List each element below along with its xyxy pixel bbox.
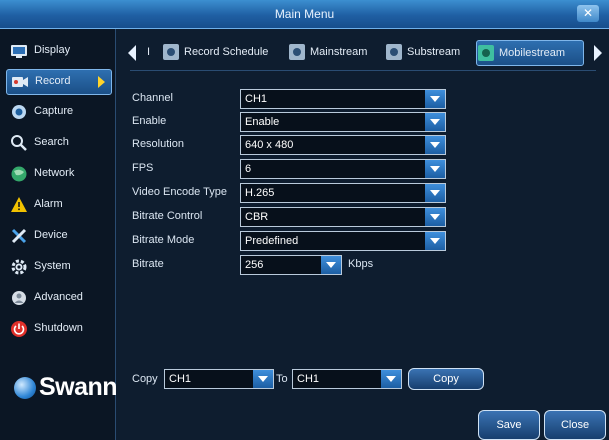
chevron-down-icon[interactable]	[253, 370, 273, 388]
tab-substream[interactable]: Substream	[385, 40, 473, 64]
sidebar-item-network[interactable]: Network	[6, 162, 110, 186]
sidebar-item-system[interactable]: System	[6, 255, 110, 279]
form-row-bitrate: Bitrate 256 Kbps	[132, 255, 552, 275]
field-label: Channel	[132, 92, 173, 104]
camera-tab-icon	[478, 45, 494, 61]
tab-record-schedule[interactable]: Record Schedule	[162, 40, 282, 64]
sidebar-item-alarm[interactable]: Alarm	[6, 193, 110, 217]
copy-from-select[interactable]: CH1	[164, 369, 274, 389]
form-row-resolution: Resolution 640 x 480	[132, 135, 552, 155]
sidebar-item-record[interactable]: Record	[6, 69, 112, 95]
chevron-down-icon[interactable]	[425, 184, 445, 202]
camera-tab-icon	[289, 44, 305, 60]
brand-logo: Swann	[14, 371, 118, 407]
bitrate-unit: Kbps	[348, 258, 374, 270]
field-label: Bitrate	[132, 258, 164, 270]
tab-scroll-left-icon[interactable]	[128, 45, 136, 61]
field-label: Video Encode Type	[132, 186, 228, 198]
sidebar-item-label: System	[34, 260, 71, 272]
field-label: Resolution	[132, 138, 184, 150]
window-close-button[interactable]: ✕	[577, 5, 599, 22]
submenu-arrow-icon	[98, 76, 105, 88]
warning-icon	[11, 197, 27, 212]
form-row-bitrate-control: Bitrate Control CBR	[132, 207, 552, 227]
tab-scroll-right-icon[interactable]	[594, 45, 602, 61]
window-title: Main Menu	[274, 7, 335, 21]
field-label: Enable	[132, 115, 167, 127]
sidebar-item-display[interactable]: Display	[6, 39, 110, 63]
fps-select[interactable]: 6	[240, 159, 446, 179]
field-label: FPS	[132, 162, 154, 174]
search-icon	[11, 135, 27, 151]
title-bar: Main Menu ✕	[0, 0, 609, 29]
tab-mainstream[interactable]: Mainstream	[288, 40, 380, 64]
form-row-enable: Enable Enable	[132, 112, 552, 132]
copy-label: Copy	[132, 373, 158, 385]
copy-to-label: To	[276, 373, 288, 385]
power-icon	[11, 321, 27, 337]
tab-truncated[interactable]: I	[147, 40, 155, 64]
copy-bar: Copy CH1 To CH1 Copy	[132, 368, 592, 391]
sidebar-item-label: Display	[34, 44, 71, 56]
sidebar-item-label: Alarm	[34, 198, 63, 210]
record-icon	[12, 77, 28, 87]
bitrate-select[interactable]: 256	[240, 255, 342, 275]
gear-icon	[11, 259, 27, 275]
camera-tab-icon	[163, 44, 179, 60]
display-icon	[11, 45, 27, 58]
bitrate-mode-select[interactable]: Predefined	[240, 231, 446, 251]
tab-bar: I Record Schedule Mainstream Substream M…	[116, 40, 609, 66]
tab-mobilestream[interactable]: Mobilestream	[476, 40, 584, 66]
sidebar-item-capture[interactable]: Capture	[6, 100, 110, 124]
close-button[interactable]: Close	[544, 410, 606, 440]
sidebar-item-advanced[interactable]: Advanced	[6, 286, 110, 310]
sidebar-item-shutdown[interactable]: Shutdown	[6, 317, 110, 341]
sidebar-item-label: Record	[35, 75, 71, 87]
advanced-icon	[12, 291, 26, 305]
chevron-down-icon[interactable]	[425, 113, 445, 131]
enable-select[interactable]: Enable	[240, 112, 446, 132]
save-button[interactable]: Save	[478, 410, 540, 440]
sidebar-item-label: Network	[34, 167, 75, 179]
form-row-bitrate-mode: Bitrate Mode Predefined	[132, 231, 552, 251]
form-row-channel: Channel CH1	[132, 89, 552, 109]
chevron-down-icon[interactable]	[425, 232, 445, 250]
chevron-down-icon[interactable]	[321, 256, 341, 274]
chevron-down-icon[interactable]	[381, 370, 401, 388]
sidebar: Display Record Capture Search Network Al…	[0, 29, 118, 440]
form-row-fps: FPS 6	[132, 159, 552, 179]
chevron-down-icon[interactable]	[425, 90, 445, 108]
resolution-select[interactable]: 640 x 480	[240, 135, 446, 155]
sidebar-item-label: Capture	[34, 105, 74, 117]
field-label: Bitrate Mode	[132, 234, 195, 246]
chevron-down-icon[interactable]	[425, 136, 445, 154]
globe-icon	[11, 166, 27, 182]
field-label: Bitrate Control	[132, 210, 203, 222]
copy-button[interactable]: Copy	[408, 368, 484, 390]
channel-select[interactable]: CH1	[240, 89, 446, 109]
swann-logo-icon	[14, 377, 36, 399]
sidebar-item-label: Device	[34, 229, 68, 241]
copy-to-select[interactable]: CH1	[292, 369, 402, 389]
sidebar-item-search[interactable]: Search	[6, 131, 110, 155]
bitrate-control-select[interactable]: CBR	[240, 207, 446, 227]
tools-icon	[11, 228, 27, 244]
form-row-video-encode-type: Video Encode Type H.265	[132, 183, 552, 203]
chevron-down-icon[interactable]	[425, 208, 445, 226]
sidebar-item-label: Search	[34, 136, 69, 148]
sidebar-item-label: Shutdown	[34, 322, 83, 334]
camera-icon	[12, 105, 26, 119]
sidebar-item-device[interactable]: Device	[6, 224, 110, 248]
brand-name: Swann	[39, 373, 118, 401]
main-panel: I Record Schedule Mainstream Substream M…	[116, 29, 609, 440]
tab-divider	[130, 70, 596, 71]
video-encode-type-select[interactable]: H.265	[240, 183, 446, 203]
sidebar-item-label: Advanced	[34, 291, 83, 303]
camera-tab-icon	[386, 44, 402, 60]
chevron-down-icon[interactable]	[425, 160, 445, 178]
